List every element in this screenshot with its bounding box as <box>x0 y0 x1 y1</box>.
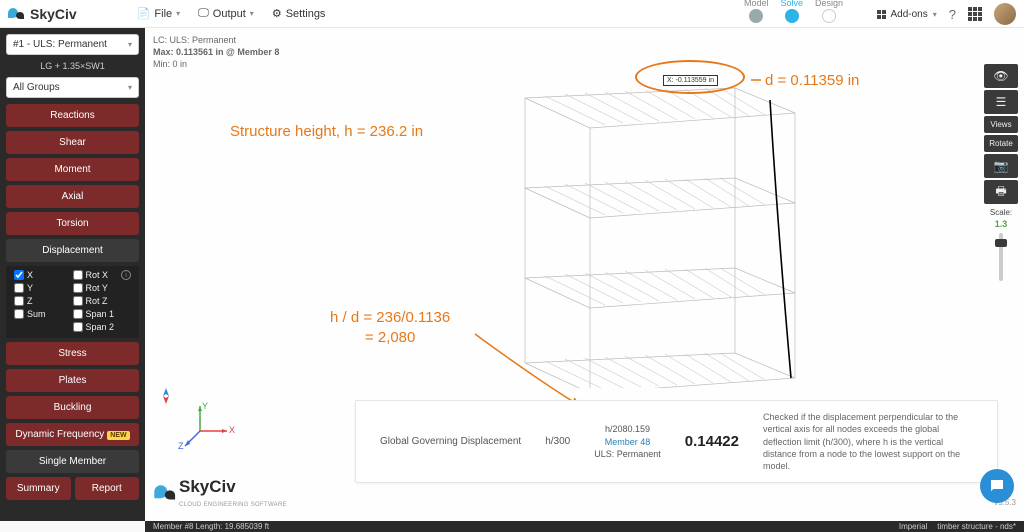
views-button[interactable]: Views <box>984 116 1018 133</box>
print-icon[interactable]: 🖶 <box>984 180 1018 204</box>
scale-slider[interactable] <box>999 233 1003 281</box>
check-x[interactable]: X <box>14 270 73 280</box>
loadcase-select[interactable]: #1 - ULS: Permanent▾ <box>6 34 139 55</box>
report-button[interactable]: Report <box>75 477 140 500</box>
result-description: Checked if the displacement perpendicula… <box>751 411 985 472</box>
visibility-icon[interactable]: 👁 <box>984 64 1018 88</box>
brand-logo[interactable]: SkyCiv <box>8 6 77 22</box>
result-limit: h/300 <box>533 436 582 447</box>
loadcase-formula: LG + 1.35×SW1 <box>0 61 145 71</box>
sidebar: #1 - ULS: Permanent▾ LG + 1.35×SW1 All G… <box>0 28 145 521</box>
status-bar: Member #8 Length: 19.685039 ft Imperial … <box>145 521 1024 532</box>
result-member: h/2080.159 Member 48 ULS: Permanent <box>582 423 673 459</box>
compass-icon[interactable] <box>158 388 174 404</box>
check-rotx[interactable]: Rot Xi <box>73 270 132 280</box>
status-units[interactable]: Imperial <box>899 522 927 531</box>
layers-icon[interactable]: ☰ <box>984 90 1018 114</box>
displacement-options: X Rot Xi Y Rot Y Z Rot Z Sum Span 1 Span… <box>6 266 139 338</box>
check-y[interactable]: Y <box>14 283 73 293</box>
help-icon[interactable]: ? <box>949 7 956 22</box>
scale-value: 1.3 <box>995 219 1008 229</box>
svg-text:Z: Z <box>178 441 184 451</box>
result-value: 0.14422 <box>673 433 751 450</box>
moment-button[interactable]: Moment <box>6 158 139 181</box>
menu-settings[interactable]: ⚙ Settings <box>272 7 326 20</box>
mode-model[interactable]: Model <box>738 0 775 23</box>
check-sum[interactable]: Sum <box>14 309 73 319</box>
check-z[interactable]: Z <box>14 296 73 306</box>
check-roty[interactable]: Rot Y <box>73 283 132 293</box>
annot-d: d = 0.11359 in <box>765 72 859 89</box>
logo-icon <box>8 7 26 21</box>
rotate-button[interactable]: Rotate <box>984 135 1018 152</box>
displacement-button[interactable]: Displacement <box>6 239 139 262</box>
info-icon[interactable]: i <box>121 270 131 280</box>
apps-icon[interactable] <box>968 7 982 21</box>
menu-file[interactable]: 📄 File ▾ <box>137 7 180 20</box>
svg-text:X: X <box>229 425 235 435</box>
shear-button[interactable]: Shear <box>6 131 139 154</box>
check-span1[interactable]: Span 1 <box>73 309 132 319</box>
buckling-button[interactable]: Buckling <box>6 396 139 419</box>
view-toolbar: 👁 ☰ Views Rotate 📷 🖶 Scale: 1.3 <box>984 64 1018 281</box>
result-info: LC: ULS: Permanent Max: 0.113561 in @ Me… <box>153 34 279 70</box>
result-member-link[interactable]: Member 48 <box>605 437 651 447</box>
annot-hd: h / d = 236/0.1136= 2,080 <box>330 308 450 347</box>
mode-design[interactable]: Design <box>809 0 849 23</box>
camera-icon[interactable]: 📷 <box>984 154 1018 178</box>
axes-icon: Y X Z <box>175 401 235 451</box>
brand-text: SkyCiv <box>30 6 77 22</box>
check-span2[interactable]: Span 2 <box>73 322 132 332</box>
axial-button[interactable]: Axial <box>6 185 139 208</box>
result-panel: Global Governing Displacement h/300 h/20… <box>355 400 998 483</box>
torsion-button[interactable]: Torsion <box>6 212 139 235</box>
avatar[interactable] <box>994 3 1016 25</box>
menu-output[interactable]: 🖵 Output ▾ <box>198 7 254 20</box>
chat-button[interactable] <box>980 469 1014 503</box>
status-model[interactable]: timber structure - nds* <box>937 522 1016 531</box>
status-member: Member #8 Length: 19.685039 ft <box>153 522 269 531</box>
summary-button[interactable]: Summary <box>6 477 71 500</box>
scale-label: Scale: <box>990 208 1012 217</box>
plates-button[interactable]: Plates <box>6 369 139 392</box>
canvas-viewport[interactable]: LC: ULS: Permanent Max: 0.113561 in @ Me… <box>145 28 1024 521</box>
mode-solve[interactable]: Solve <box>774 0 809 23</box>
annot-height: Structure height, h = 236.2 in <box>230 123 423 140</box>
structure-wireframe <box>495 58 915 388</box>
menu-addons[interactable]: Add-ons ▾ <box>877 9 937 20</box>
reactions-button[interactable]: Reactions <box>6 104 139 127</box>
annotation-oval <box>635 60 745 94</box>
stress-button[interactable]: Stress <box>6 342 139 365</box>
result-title: Global Governing Displacement <box>368 436 533 447</box>
groups-select[interactable]: All Groups▾ <box>6 77 139 98</box>
single-member-button[interactable]: Single Member <box>6 450 139 473</box>
check-rotz[interactable]: Rot Z <box>73 296 132 306</box>
dynfreq-button[interactable]: Dynamic FrequencyNEW <box>6 423 139 446</box>
footer-logo: SkyCiv CLOUD ENGINEERING SOFTWARE <box>157 477 287 509</box>
svg-text:Y: Y <box>202 401 208 411</box>
